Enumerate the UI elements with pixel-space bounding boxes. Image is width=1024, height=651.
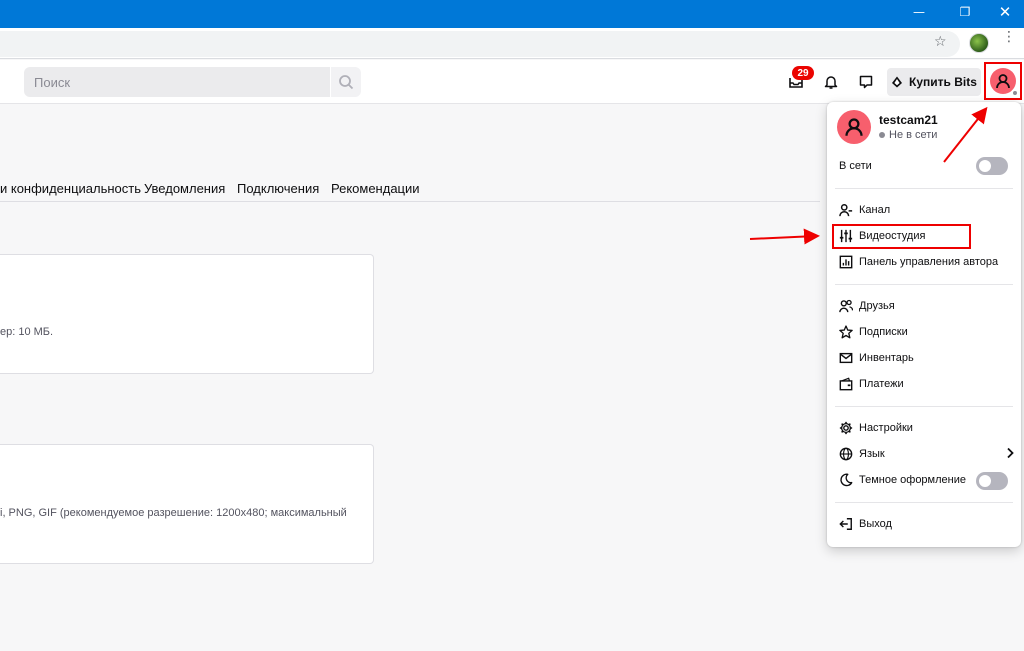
browser-profile-avatar[interactable] xyxy=(969,33,989,53)
window-titlebar: — ❐ ✕ xyxy=(0,0,1024,28)
menu-item-creator-dashboard[interactable]: Панель управления автора xyxy=(839,251,1009,273)
menu-item-logout[interactable]: Выход xyxy=(839,513,1009,535)
card-format-hint: i, PNG, GIF (рекомендуемое разрешение: 1… xyxy=(0,507,347,519)
whisper-icon xyxy=(859,75,873,89)
friends-icon xyxy=(839,299,853,313)
menu-status: Не в сети xyxy=(879,129,937,141)
browser-toolbar: ☆ ⋮ xyxy=(0,28,1024,59)
tab-security-privacy[interactable]: и конфиденциальность xyxy=(0,181,141,196)
menu-item-label: Выход xyxy=(859,518,892,530)
wallet-icon xyxy=(839,377,853,391)
menu-item-inventory[interactable]: Инвентарь xyxy=(839,347,1009,369)
settings-tabs: и конфиденциальность Уведомления Подключ… xyxy=(0,180,820,202)
menu-item-label: Подписки xyxy=(859,326,908,338)
online-toggle-label: В сети xyxy=(839,160,872,172)
menu-item-subscriptions[interactable]: Подписки xyxy=(839,321,1009,343)
offline-dot xyxy=(879,132,885,138)
menu-divider xyxy=(835,284,1013,285)
minimize-button[interactable]: — xyxy=(896,0,942,24)
search-icon xyxy=(339,75,354,90)
online-toggle[interactable] xyxy=(976,157,1008,175)
notifications-button[interactable] xyxy=(821,72,841,92)
whispers-button[interactable] xyxy=(856,72,876,92)
address-bar[interactable] xyxy=(0,31,960,57)
tab-connections[interactable]: Подключения xyxy=(237,181,319,196)
menu-divider xyxy=(835,502,1013,503)
channel-icon xyxy=(839,204,853,217)
close-window-button[interactable]: ✕ xyxy=(982,0,1024,24)
user-avatar-icon xyxy=(996,74,1010,89)
bookmark-star-icon[interactable]: ☆ xyxy=(934,34,947,50)
menu-divider xyxy=(835,406,1013,407)
inbox-count-badge: 29 xyxy=(792,66,814,80)
menu-item-friends[interactable]: Друзья xyxy=(839,295,1009,317)
menu-item-channel[interactable]: Канал xyxy=(839,199,1009,221)
browser-menu-icon[interactable]: ⋮ xyxy=(1002,30,1016,44)
star-icon xyxy=(839,325,853,339)
globe-icon xyxy=(839,447,853,461)
profile-picture-card: ер: 10 МБ. xyxy=(0,254,374,374)
menu-item-language[interactable]: Язык xyxy=(839,443,1015,465)
card-size-hint: ер: 10 МБ. xyxy=(0,326,54,338)
bits-gem-icon xyxy=(892,76,903,88)
menu-item-settings[interactable]: Настройки xyxy=(839,417,1009,439)
video-studio-highlight xyxy=(832,224,971,249)
user-avatar-icon xyxy=(845,118,863,136)
menu-item-label: Инвентарь xyxy=(859,352,914,364)
status-dot xyxy=(1011,89,1019,97)
tab-recommendations[interactable]: Рекомендации xyxy=(331,181,420,196)
buy-bits-label: Купить Bits xyxy=(909,75,977,89)
arrow-to-video-studio xyxy=(749,228,820,245)
dashboard-icon xyxy=(839,255,853,269)
bell-icon xyxy=(824,76,838,89)
dark-theme-toggle[interactable] xyxy=(976,472,1008,490)
tab-notifications[interactable]: Уведомления xyxy=(144,181,225,196)
user-menu-button[interactable] xyxy=(984,62,1022,100)
top-navigation: Поиск 29 Купить Bits xyxy=(0,60,1024,104)
menu-item-label: Панель управления автора xyxy=(859,256,999,268)
search-input[interactable]: Поиск xyxy=(24,67,330,97)
search-button[interactable] xyxy=(331,67,361,97)
menu-item-payments[interactable]: Платежи xyxy=(839,373,1009,395)
inventory-icon xyxy=(839,352,853,364)
logout-icon xyxy=(839,518,852,530)
menu-avatar xyxy=(837,110,871,144)
menu-item-label: Платежи xyxy=(859,378,904,390)
menu-item-label: Друзья xyxy=(859,300,895,312)
gear-icon xyxy=(839,421,853,435)
menu-divider xyxy=(835,188,1013,189)
menu-username: testcam21 xyxy=(879,113,938,127)
menu-item-label: Настройки xyxy=(859,422,913,434)
moon-icon xyxy=(840,473,853,487)
menu-item-label: Язык xyxy=(859,448,885,460)
menu-status-label: Не в сети xyxy=(889,129,938,141)
profile-banner-card: i, PNG, GIF (рекомендуемое разрешение: 1… xyxy=(0,444,374,564)
chevron-right-icon xyxy=(1007,447,1014,459)
menu-item-label: Темное оформление xyxy=(859,474,966,486)
buy-bits-button[interactable]: Купить Bits xyxy=(887,68,981,96)
search-placeholder: Поиск xyxy=(34,74,71,90)
menu-item-label: Канал xyxy=(859,204,891,216)
user-dropdown-menu: testcam21 Не в сети В сети Канал Видеост… xyxy=(827,102,1021,547)
